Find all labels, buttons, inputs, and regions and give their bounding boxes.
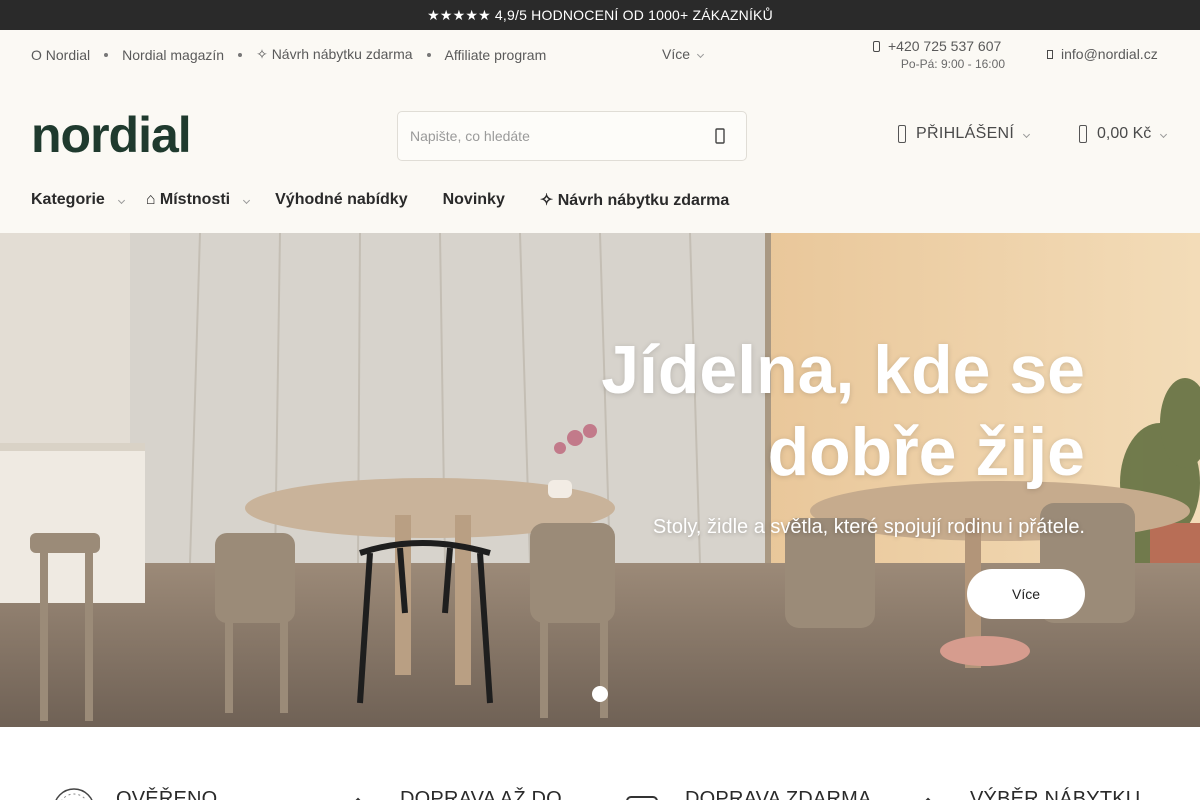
hero-title-line1: Jídelna, kde se bbox=[601, 332, 1085, 408]
hero-cta-button[interactable]: Více bbox=[967, 569, 1085, 619]
usp-delivery: DOPRAVA AŽ DO bbox=[336, 787, 562, 800]
link-o-nordial[interactable]: O Nordial bbox=[31, 47, 90, 63]
mail-icon bbox=[1047, 49, 1053, 59]
hero-title-line2: dobře žije bbox=[767, 414, 1085, 490]
nav-kategorie-label: Kategorie bbox=[31, 191, 105, 208]
login-link[interactable]: PŘIHLÁŠENÍ bbox=[898, 125, 1031, 143]
cart-icon bbox=[1079, 125, 1087, 143]
usp-verified-text: OVĚŘENO bbox=[116, 788, 218, 800]
usp-free-delivery-text: DOPRAVA ZDARMA bbox=[685, 788, 872, 800]
nav-novinky-label: Novinky bbox=[442, 191, 505, 208]
delivery-home-icon bbox=[355, 797, 361, 800]
chevron-down-icon bbox=[696, 50, 705, 58]
logo[interactable]: nordial bbox=[31, 110, 192, 160]
more-menu[interactable]: Více bbox=[662, 46, 705, 62]
usp-delivery-text: DOPRAVA AŽ DO bbox=[400, 788, 562, 800]
contact-email[interactable]: info@nordial.cz bbox=[1047, 46, 1158, 62]
utility-links: O Nordial Nordial magazín ✧ Návrh nábytk… bbox=[31, 46, 546, 63]
main-nav: Kategorie ⌂ Místnosti Výhodné nabídky No… bbox=[31, 190, 729, 210]
nav-vyhodne-nabidky-label: Výhodné nabídky bbox=[275, 191, 408, 208]
usp-free-delivery: DOPRAVA ZDARMA bbox=[621, 787, 872, 800]
separator-dot bbox=[104, 52, 109, 57]
chevron-down-icon bbox=[243, 196, 251, 204]
nav-novinky[interactable]: Novinky bbox=[443, 191, 505, 209]
search-input[interactable] bbox=[410, 112, 700, 160]
usp-furniture-choice-text: VÝBĚR NÁBYTKU bbox=[970, 788, 1141, 800]
verified-badge-icon bbox=[55, 788, 93, 800]
usp-verified: OVĚŘENO bbox=[52, 787, 217, 800]
rating-banner: ★★★★★ 4,9/5 HODNOCENÍ OD 1000+ ZÁKAZNÍKŮ bbox=[0, 0, 1200, 30]
phone-number: +420 725 537 607 bbox=[888, 38, 1002, 54]
login-label: PŘIHLÁŠENÍ bbox=[916, 125, 1015, 142]
furniture-choice-icon bbox=[925, 797, 931, 800]
chevron-down-icon bbox=[117, 196, 125, 204]
hero-subtitle: Stoly, židle a světla, které spojují rod… bbox=[652, 516, 1085, 538]
phone-icon bbox=[873, 40, 880, 52]
link-navrh-nabytku[interactable]: ✧ Návrh nábytku zdarma bbox=[256, 46, 412, 63]
hero-title: Jídelna, kde se dobře žije bbox=[601, 329, 1085, 493]
cart-link[interactable]: 0,00 Kč bbox=[1079, 125, 1168, 143]
nav-kategorie[interactable]: Kategorie bbox=[31, 191, 125, 209]
chevron-down-icon bbox=[1023, 130, 1031, 138]
search-box bbox=[397, 111, 747, 161]
rating-banner-text: ★★★★★ 4,9/5 HODNOCENÍ OD 1000+ ZÁKAZNÍKŮ bbox=[427, 6, 773, 23]
nav-mistnosti[interactable]: ⌂ Místnosti bbox=[145, 191, 251, 209]
separator-dot bbox=[238, 52, 243, 57]
user-icon bbox=[898, 125, 906, 143]
utility-bar: O Nordial Nordial magazín ✧ Návrh nábytk… bbox=[0, 30, 1200, 80]
nav-vyhodne-nabidky[interactable]: Výhodné nabídky bbox=[275, 191, 407, 209]
usp-strip: OVĚŘENO DOPRAVA AŽ DO DOPRAVA ZDARMA VÝB… bbox=[0, 727, 1200, 800]
carousel-dot-active[interactable] bbox=[592, 686, 608, 702]
search-icon[interactable] bbox=[712, 128, 728, 144]
separator-dot bbox=[426, 52, 431, 57]
hero-banner[interactable]: Jídelna, kde se dobře žije Stoly, židle … bbox=[0, 233, 1200, 727]
more-label: Více bbox=[662, 46, 691, 62]
opening-hours: Po-Pá: 9:00 - 16:00 bbox=[900, 57, 1005, 71]
link-affiliate[interactable]: Affiliate program bbox=[445, 47, 547, 63]
chevron-down-icon bbox=[1160, 130, 1168, 138]
contact-phone[interactable]: +420 725 537 607 Po-Pá: 9:00 - 16:00 bbox=[873, 38, 1007, 71]
cart-total: 0,00 Kč bbox=[1097, 125, 1152, 142]
nav-mistnosti-label: ⌂ Místnosti bbox=[145, 191, 231, 208]
nav-navrh-nabytku-label: ✧ Návrh nábytku zdarma bbox=[539, 192, 730, 209]
usp-furniture-choice: VÝBĚR NÁBYTKU bbox=[906, 787, 1140, 800]
nav-navrh-nabytku[interactable]: ✧ Návrh nábytku zdarma bbox=[540, 190, 729, 210]
truck-icon bbox=[626, 796, 658, 800]
link-magazin[interactable]: Nordial magazín bbox=[122, 47, 224, 63]
email-address: info@nordial.cz bbox=[1061, 46, 1158, 62]
